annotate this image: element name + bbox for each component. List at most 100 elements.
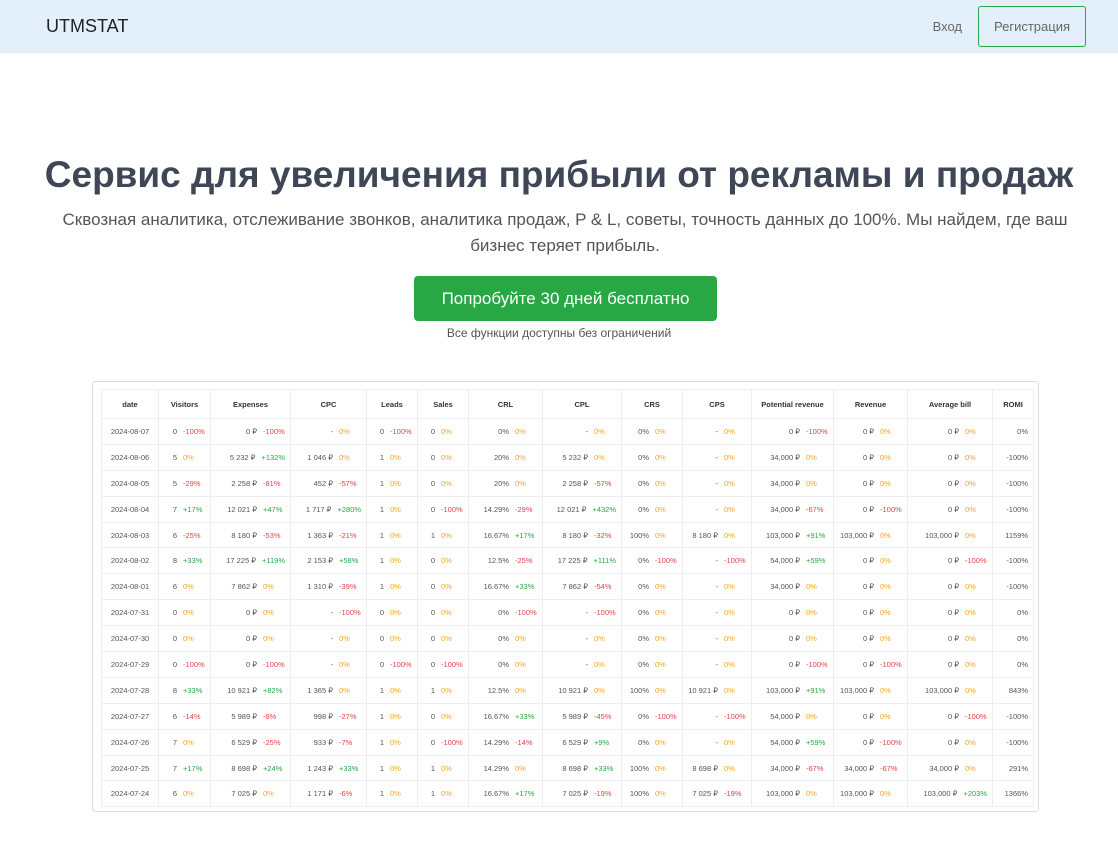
metric-cell: 0% 0%	[621, 495, 683, 523]
metric-cell: 34,000 ₽ 0%	[751, 469, 834, 497]
metric-cell: 0% -100%	[468, 599, 543, 627]
metric-cell: 1 0%	[417, 754, 469, 782]
free-trial-button[interactable]: Попробуйте 30 дней бесплатно	[414, 276, 717, 321]
metric-cell: 12.5% -25%	[468, 547, 543, 575]
metric-change: 0%	[441, 608, 452, 618]
metric-value: -	[715, 478, 719, 488]
metric-value: 0	[379, 426, 384, 436]
column-header[interactable]: Sales	[417, 389, 469, 419]
brand-logo[interactable]: UTMSTAT	[46, 16, 933, 37]
romi-cell: 0%	[992, 418, 1034, 445]
metric-cell: 103,000 ₽ 0%	[833, 521, 908, 549]
metric-change: -32%	[594, 530, 612, 540]
column-header[interactable]: ROMI	[992, 389, 1034, 419]
metric-value: 103,000 ₽	[923, 789, 958, 799]
metric-change: 0%	[183, 789, 194, 799]
metric-change: -14%	[515, 737, 533, 747]
metric-value: -	[715, 608, 719, 618]
metric-cell: 0 0%	[417, 625, 469, 653]
metric-change: 0%	[183, 608, 194, 618]
romi-cell: -100%	[992, 547, 1034, 575]
metric-change: -67%	[806, 504, 824, 514]
metric-cell: - -100%	[290, 599, 367, 627]
metric-cell: 0 ₽ 0%	[210, 625, 291, 653]
metric-change: 0%	[724, 737, 735, 747]
metric-change: 0%	[441, 556, 452, 566]
metric-value: 0 ₽	[862, 634, 874, 644]
metric-value: 1 717 ₽	[305, 504, 332, 514]
metric-cell: 0 ₽ -100%	[907, 547, 993, 575]
metric-value: 0 ₽	[245, 634, 257, 644]
metric-value: 0 ₽	[947, 711, 959, 721]
romi-cell: 0%	[992, 651, 1034, 678]
column-header[interactable]: CPS	[682, 389, 752, 419]
column-header[interactable]: CPL	[542, 389, 622, 419]
metric-cell: 0 ₽ -100%	[751, 418, 834, 445]
metric-change: +17%	[183, 763, 203, 773]
metric-change: -100%	[724, 556, 746, 566]
metric-change: -100%	[880, 504, 902, 514]
metric-cell: 0 ₽ 0%	[751, 599, 834, 627]
metric-cell: 6 -14%	[158, 702, 211, 730]
metric-change: 0%	[965, 426, 976, 436]
register-button[interactable]: Регистрация	[978, 6, 1086, 47]
metric-change: +432%	[592, 504, 616, 514]
column-header[interactable]: Potential revenue	[751, 389, 834, 419]
metric-change: 0%	[655, 659, 666, 669]
column-header[interactable]: CPC	[290, 389, 367, 419]
metric-cell: 20% 0%	[468, 443, 543, 471]
column-header[interactable]: date	[101, 389, 159, 419]
metric-cell: 5 989 ₽ -8%	[210, 702, 291, 730]
login-link[interactable]: Вход	[933, 19, 962, 34]
metric-value: 103,000 ₽	[840, 685, 874, 695]
column-header[interactable]: Average bill	[907, 389, 993, 419]
column-header[interactable]: Leads	[366, 389, 418, 419]
metric-change: +33%	[183, 685, 203, 695]
metric-cell: 0 -100%	[158, 418, 211, 445]
column-header[interactable]: CRL	[468, 389, 543, 419]
metric-change: -100%	[390, 426, 412, 436]
metric-change: -25%	[515, 556, 533, 566]
metric-value: 12 021 ₽	[227, 504, 257, 514]
date-cell: 2024-07-29	[101, 651, 159, 678]
metric-cell: 0 ₽ 0%	[833, 599, 908, 627]
metric-cell: 0 0%	[417, 599, 469, 627]
column-header[interactable]: Expenses	[210, 389, 291, 419]
metric-change: -67%	[880, 763, 898, 773]
metric-value: 100%	[629, 763, 649, 773]
metric-change: 0%	[655, 685, 666, 695]
column-header[interactable]: CRS	[621, 389, 683, 419]
column-header[interactable]: Visitors	[158, 389, 211, 419]
metric-value: 1	[379, 504, 384, 514]
metric-change: 0%	[441, 634, 452, 644]
metric-value: 5	[172, 478, 177, 488]
date-cell: 2024-07-25	[101, 754, 159, 782]
metric-cell: 0 ₽ 0%	[907, 495, 993, 523]
metric-value: 1	[430, 685, 435, 695]
metric-cell: 1 171 ₽ -6%	[290, 780, 367, 808]
metric-cell: 0% 0%	[468, 651, 543, 678]
metric-cell: 8 698 ₽ +33%	[542, 754, 622, 782]
metric-change: +91%	[806, 530, 826, 540]
metric-cell: 34,000 ₽ 0%	[751, 573, 834, 601]
metric-change: -6%	[339, 789, 353, 799]
metric-change: 0%	[390, 582, 401, 592]
column-header[interactable]: Revenue	[833, 389, 908, 419]
metric-value: 8 698 ₽	[562, 763, 588, 773]
metric-change: 0%	[724, 659, 735, 669]
metric-cell: -0%	[542, 418, 622, 445]
metric-value: 1	[430, 763, 435, 773]
metric-value: 0 ₽	[947, 504, 959, 514]
romi-cell: -100%	[992, 443, 1034, 471]
metric-change: -100%	[655, 556, 677, 566]
metric-cell: 0 -100%	[366, 651, 418, 678]
metric-cell: 14.29% -14%	[468, 728, 543, 756]
date-cell: 2024-08-04	[101, 495, 159, 523]
metric-value: 0	[430, 608, 435, 618]
metric-change: 0%	[806, 478, 817, 488]
metric-value: 0	[430, 737, 435, 747]
metric-cell: 34,000 ₽ 0%	[907, 754, 993, 782]
metric-value: -	[715, 582, 719, 592]
date-cell: 2024-07-30	[101, 625, 159, 653]
metric-value: 0 ₽	[788, 659, 800, 669]
